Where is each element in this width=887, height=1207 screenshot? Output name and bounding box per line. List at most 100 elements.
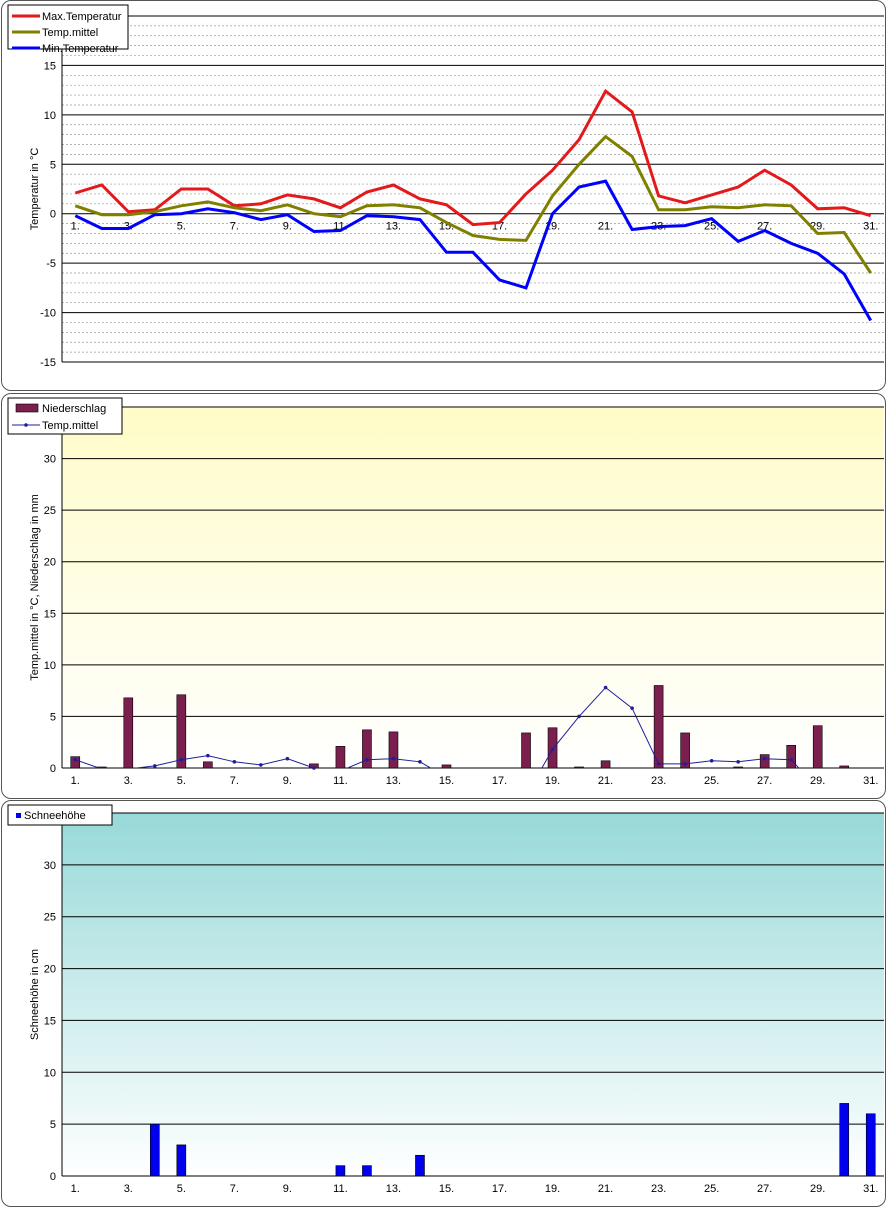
temperature-chart-panel: -15 -10 -5 0 5 10 15 Temperatur in °C 1. 3. 5. 7. 9.… bbox=[1, 0, 886, 391]
x-tick-label: 9. bbox=[283, 775, 292, 787]
point-Temp.mittel bbox=[762, 756, 767, 761]
y-tick-label: 0 bbox=[50, 1171, 56, 1183]
point-Temp.mittel bbox=[656, 762, 661, 766]
x-tick-label: 23. bbox=[651, 775, 666, 787]
point-Temp.mittel bbox=[153, 764, 157, 768]
point-Temp.mittel bbox=[206, 753, 210, 758]
y-tick-label: 5 bbox=[50, 1119, 56, 1131]
precipitation-chart: 0 5 10 15 20 25 30 Temp.mittel in °C, Niedersch… bbox=[7, 397, 884, 787]
x-tick-label: 13. bbox=[386, 775, 401, 787]
point-Temp.mittel bbox=[179, 757, 184, 762]
x-tick-label: 27. bbox=[757, 775, 772, 787]
y-tick-label: 0 bbox=[50, 763, 56, 775]
bar-Niederschlag bbox=[839, 765, 850, 769]
x-tick-label: 1. bbox=[71, 775, 80, 787]
y-tick-label: 10 bbox=[44, 660, 56, 672]
y-tick-label: 0 bbox=[50, 209, 56, 221]
legend-label: Schneehöhe bbox=[24, 810, 86, 822]
point-Temp.mittel bbox=[73, 757, 78, 762]
y-tick-label: 20 bbox=[44, 964, 56, 976]
bar-Niederschlag bbox=[600, 760, 611, 769]
x-tick-label: 27. bbox=[757, 1183, 772, 1195]
snow-chart-panel: 0 5 10 15 20 25 30 Schneehöhe in cm 1. 3. 5. 7. 9. 11… bbox=[1, 800, 886, 1207]
bar-Schneehöhe bbox=[362, 1165, 372, 1177]
x-tick-label: 31. bbox=[863, 221, 878, 233]
y-tick-label: 25 bbox=[44, 912, 56, 924]
x-tick-label: 9. bbox=[283, 1183, 292, 1195]
y-tick-label: 15 bbox=[44, 60, 56, 72]
point-Temp.mittel bbox=[259, 763, 263, 767]
y-tick-label: 30 bbox=[44, 454, 56, 466]
y-tick-label: 10 bbox=[44, 110, 56, 122]
bar-Schneehöhe bbox=[415, 1154, 425, 1177]
x-tick-label: 11. bbox=[333, 775, 347, 787]
point-Temp.mittel bbox=[577, 714, 581, 719]
y-tick-label: 30 bbox=[44, 860, 56, 872]
bar-Schneehöhe bbox=[335, 1165, 346, 1177]
legend-marker bbox=[24, 423, 28, 427]
point-Temp.mittel bbox=[232, 760, 237, 764]
bar-Niederschlag bbox=[653, 685, 664, 769]
y-axis-title: Temp.mittel in °C, Niederschlag in mm bbox=[29, 494, 41, 681]
point-Temp.mittel bbox=[418, 760, 422, 764]
temperature-chart: -15-10-5051015Temperatur in °C 1. 3. 5. 7. 9.… bbox=[7, 4, 884, 369]
x-tick-label: 7. bbox=[230, 1183, 239, 1195]
x-tick-label: 13. bbox=[386, 1183, 401, 1195]
x-tick-label: 13. bbox=[386, 221, 401, 233]
x-tick-label: 25. bbox=[704, 775, 719, 787]
bar-Niederschlag bbox=[574, 766, 584, 769]
x-tick-label: 21. bbox=[598, 775, 613, 787]
y-axis-title: Temperatur in °C bbox=[29, 148, 41, 231]
x-tick-label: 21. bbox=[598, 1183, 613, 1195]
bar-Schneehöhe bbox=[839, 1103, 850, 1177]
x-tick-label: 7. bbox=[230, 775, 239, 787]
point-Temp.mittel bbox=[285, 756, 290, 761]
x-tick-label: 5. bbox=[177, 1183, 186, 1195]
plot-background bbox=[62, 813, 884, 1176]
x-tick-label: 1. bbox=[71, 221, 80, 233]
x-tick-label: 3. bbox=[124, 775, 133, 787]
legend: Schneehöhe bbox=[7, 804, 113, 826]
legend-label: Max.Temperatur bbox=[42, 11, 122, 23]
x-tick-label: 25. bbox=[704, 1183, 719, 1195]
x-tick-label: 3. bbox=[124, 1183, 133, 1195]
y-tick-label: 25 bbox=[44, 505, 56, 517]
point-Temp.mittel bbox=[312, 766, 316, 770]
point-Temp.mittel bbox=[391, 756, 396, 761]
x-tick-label: 1. bbox=[71, 1183, 80, 1195]
bar-Niederschlag bbox=[733, 766, 743, 769]
x-tick-label: 15. bbox=[439, 1183, 454, 1195]
legend: Max.Temperatur Temp.mittel Min.Temperatur bbox=[7, 4, 129, 55]
bar-Niederschlag bbox=[786, 745, 796, 769]
y-tick-label: 15 bbox=[44, 1015, 56, 1027]
y-tick-label: 20 bbox=[44, 557, 56, 569]
bar-Schneehöhe bbox=[150, 1123, 160, 1177]
legend-label: Temp.mittel bbox=[42, 27, 98, 39]
y-tick-label: 5 bbox=[50, 711, 56, 723]
y-tick-label: 15 bbox=[44, 608, 56, 620]
legend-label: Temp.mittel bbox=[42, 420, 98, 432]
y-tick-label: 5 bbox=[50, 159, 56, 171]
legend-swatch bbox=[15, 403, 39, 413]
bar-Niederschlag bbox=[759, 754, 770, 769]
x-tick-label: 5. bbox=[177, 775, 186, 787]
x-tick-label: 17. bbox=[492, 775, 507, 787]
point-Temp.mittel bbox=[789, 757, 793, 762]
point-Temp.mittel bbox=[630, 706, 634, 710]
snow-chart: 0 5 10 15 20 25 30 Schneehöhe in cm 1. 3. 5. 7. 9. 11… bbox=[7, 804, 884, 1195]
x-tick-label: 5. bbox=[177, 221, 186, 233]
x-tick-label: 19. bbox=[545, 1183, 560, 1195]
point-Temp.mittel bbox=[683, 762, 687, 766]
x-tick-label: 23. bbox=[651, 1183, 666, 1195]
bar-Niederschlag bbox=[335, 746, 346, 769]
precipitation-chart-panel: 0 5 10 15 20 25 30 Temp.mittel in °C, Niedersch… bbox=[1, 393, 886, 799]
x-tick-label: 11. bbox=[333, 1183, 347, 1195]
point-Temp.mittel bbox=[365, 757, 369, 762]
x-tick-label: 17. bbox=[492, 1183, 507, 1195]
x-tick-label: 31. bbox=[863, 1183, 878, 1195]
legend-label: Min.Temperatur bbox=[42, 43, 119, 55]
bar-Niederschlag bbox=[812, 725, 823, 769]
y-tick-label: -15 bbox=[40, 357, 56, 369]
legend: Niederschlag Temp.mittel bbox=[7, 397, 123, 435]
y-tick-label: 10 bbox=[44, 1067, 56, 1079]
